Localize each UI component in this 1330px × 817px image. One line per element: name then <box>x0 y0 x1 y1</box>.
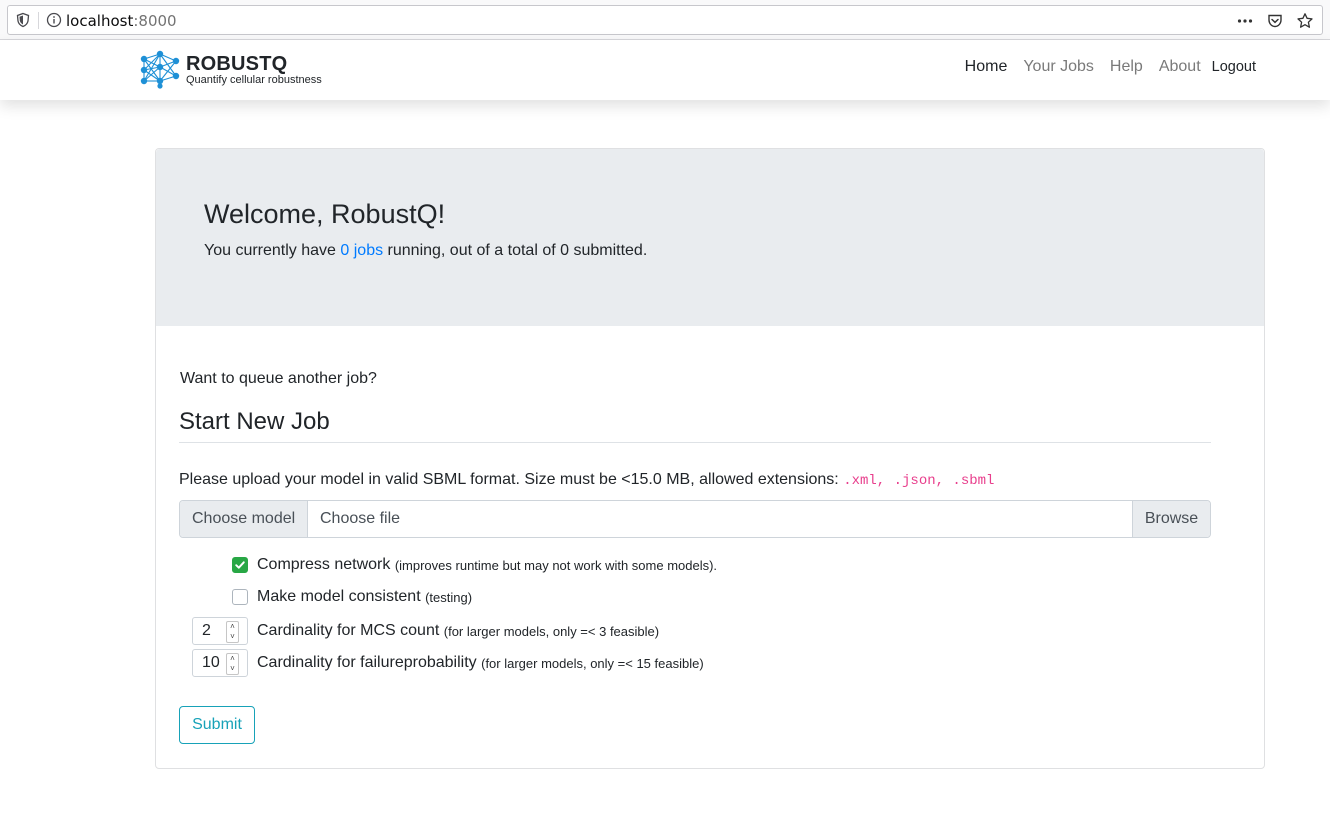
nav-link-help[interactable]: Help <box>1110 58 1143 76</box>
url-port: :8000 <box>133 12 177 30</box>
welcome-text: You currently have 0 jobs running, out o… <box>204 242 647 260</box>
allowed-extensions: .xml, .json, .sbml <box>843 473 995 489</box>
browser-toolbar: localhost:8000 <box>0 0 1330 40</box>
failure-cardinality-input[interactable]: 10 ˄ ˅ <box>192 649 248 677</box>
info-icon[interactable] <box>46 12 62 28</box>
address-separator <box>38 12 39 29</box>
brand-text: ROBUSTQ Quantify cellular robustness <box>186 54 322 86</box>
failure-option: 10 ˄ ˅ Cardinality for failureprobability… <box>192 649 704 677</box>
welcome-jumbotron: Welcome, RobustQ! You currently have 0 j… <box>156 149 1264 326</box>
file-input-prepend: Choose model <box>180 501 308 537</box>
compress-label[interactable]: Compress network <box>257 556 390 574</box>
failure-spinner[interactable]: ˄ ˅ <box>226 653 239 675</box>
nav-link-logout[interactable]: Logout <box>1212 59 1256 75</box>
model-file-input[interactable]: Choose file <box>308 501 1132 537</box>
site-navbar: ROBUSTQ Quantify cellular robustness Hom… <box>0 40 1330 100</box>
brand-subtitle: Quantify cellular robustness <box>186 74 322 86</box>
spin-up-icon[interactable]: ˄ <box>227 654 238 664</box>
failure-note: (for larger models, only =< 15 feasible) <box>481 655 704 671</box>
failure-value: 10 <box>202 654 220 671</box>
shield-icon[interactable] <box>15 12 31 28</box>
spin-down-icon[interactable]: ˅ <box>227 632 238 642</box>
mcs-cardinality-input[interactable]: 2 ˄ ˅ <box>192 617 248 645</box>
section-divider <box>179 442 1211 443</box>
upload-instructions: Please upload your model in valid SBML f… <box>179 471 994 489</box>
jobs-link[interactable]: 0 jobs <box>340 242 383 259</box>
mcs-option: 2 ˄ ˅ Cardinality for MCS count (for larg… <box>192 617 659 645</box>
brand[interactable]: ROBUSTQ Quantify cellular robustness <box>138 48 322 92</box>
checkmark-icon <box>235 561 245 569</box>
brand-title: ROBUSTQ <box>186 53 288 75</box>
url-text[interactable]: localhost:8000 <box>66 12 177 30</box>
nav-link-about[interactable]: About <box>1159 58 1201 76</box>
upload-text: Please upload your model in valid SBML f… <box>179 471 839 488</box>
network-logo-icon <box>140 50 180 89</box>
compress-note: (improves runtime but may not work with … <box>394 557 718 573</box>
compress-option: Compress network (improves runtime but m… <box>232 554 717 576</box>
nav-link-your-jobs[interactable]: Your Jobs <box>1023 58 1094 76</box>
spin-up-icon[interactable]: ˄ <box>227 622 238 632</box>
welcome-text-before: You currently have <box>204 242 341 259</box>
consistent-checkbox[interactable] <box>232 589 248 605</box>
section-title: Start New Job <box>179 408 330 435</box>
more-icon[interactable] <box>1236 12 1254 30</box>
address-bar-actions <box>1236 12 1314 30</box>
address-bar[interactable]: localhost:8000 <box>7 5 1323 35</box>
url-host: localhost <box>66 12 134 30</box>
browse-button[interactable]: Browse <box>1132 501 1210 537</box>
mcs-spinner[interactable]: ˄ ˅ <box>226 621 239 643</box>
failure-label: Cardinality for failureprobability <box>257 654 477 671</box>
mcs-label: Cardinality for MCS count <box>257 622 440 639</box>
main-card: Welcome, RobustQ! You currently have 0 j… <box>155 148 1265 769</box>
nav-links: Home Your Jobs Help About Logout <box>949 58 1256 76</box>
consistent-option: Make model consistent (testing) <box>232 586 472 608</box>
queue-prompt: Want to queue another job? <box>180 370 377 387</box>
pocket-icon[interactable] <box>1266 12 1284 30</box>
compress-checkbox[interactable] <box>232 557 248 573</box>
bookmark-star-icon[interactable] <box>1296 12 1314 30</box>
model-file-input-group[interactable]: Choose model Choose file Browse <box>179 500 1211 538</box>
mcs-note: (for larger models, only =< 3 feasible) <box>443 623 660 639</box>
consistent-note: (testing) <box>425 589 473 605</box>
submit-button[interactable]: Submit <box>179 706 255 744</box>
nav-link-home[interactable]: Home <box>965 58 1008 76</box>
consistent-label[interactable]: Make model consistent <box>257 588 421 606</box>
welcome-text-after: running, out of a total of 0 submitted. <box>383 242 648 259</box>
spin-down-icon[interactable]: ˅ <box>227 664 238 674</box>
welcome-title: Welcome, RobustQ! <box>204 199 446 229</box>
mcs-value: 2 <box>202 622 211 639</box>
